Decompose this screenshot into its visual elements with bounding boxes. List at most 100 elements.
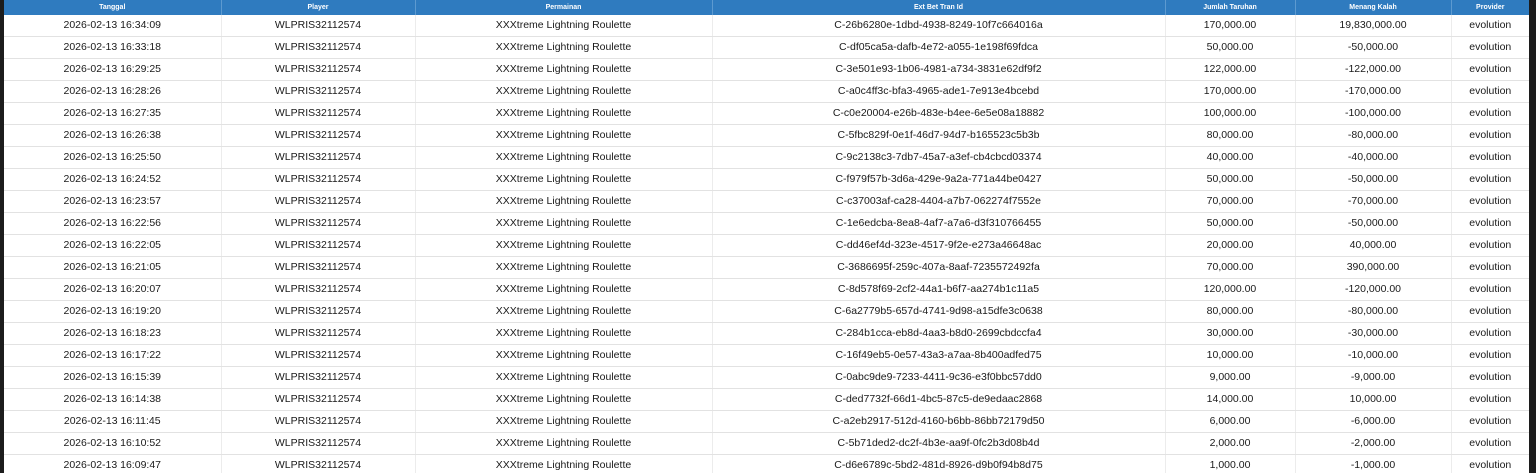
cell-menang-kalah: -100,000.00 [1295,102,1452,125]
table-row[interactable]: 2026-02-13 16:15:39 WLPRIS32112574 XXXtrem… [4,366,1529,389]
cell-tanggal: 2026-02-13 16:34:09 [4,15,222,37]
cell-tanggal: 2026-02-13 16:18:23 [4,322,222,345]
cell-tanggal: 2026-02-13 16:27:35 [4,102,222,125]
table-row[interactable]: 2026-02-13 16:21:05 WLPRIS32112574 XXXtrem… [4,256,1529,279]
cell-tanggal: 2026-02-13 16:33:18 [4,36,222,59]
cell-ext-bet-tran-id: C-dd46ef4d-323e-4517-9f2e-e273a46648ac [712,234,1166,257]
cell-provider: evolution [1451,322,1529,345]
column-header-menang-kalah[interactable]: Menang Kalah [1295,0,1452,15]
cell-provider: evolution [1451,344,1529,367]
cell-permainan: XXXtreme Lightning Roulette [415,388,713,411]
cell-menang-kalah: -6,000.00 [1295,410,1452,433]
table-row[interactable]: 2026-02-13 16:18:23 WLPRIS32112574 XXXtrem… [4,322,1529,345]
cell-jumlah-taruhan: 2,000.00 [1165,432,1296,455]
table-row[interactable]: 2026-02-13 16:14:38 WLPRIS32112574 XXXtrem… [4,388,1529,411]
cell-permainan: XXXtreme Lightning Roulette [415,432,713,455]
table-row[interactable]: 2026-02-13 16:17:22 WLPRIS32112574 XXXtrem… [4,344,1529,367]
cell-menang-kalah: -80,000.00 [1295,124,1452,147]
cell-tanggal: 2026-02-13 16:28:26 [4,80,222,103]
cell-tanggal: 2026-02-13 16:24:52 [4,168,222,191]
cell-permainan: XXXtreme Lightning Roulette [415,278,713,301]
cell-player: WLPRIS32112574 [221,366,416,389]
cell-player: WLPRIS32112574 [221,432,416,455]
column-header-ext-bet-tran-id[interactable]: Ext Bet Tran Id [712,0,1166,15]
cell-jumlah-taruhan: 80,000.00 [1165,300,1296,323]
cell-jumlah-taruhan: 6,000.00 [1165,410,1296,433]
cell-ext-bet-tran-id: C-ded7732f-66d1-4bc5-87c5-de9edaac2868 [712,388,1166,411]
table-header: Tanggal Player Permainan Ext Bet Tran Id… [4,0,1529,15]
cell-player: WLPRIS32112574 [221,58,416,81]
table-row[interactable]: 2026-02-13 16:27:35 WLPRIS32112574 XXXtrem… [4,102,1529,125]
table-row[interactable]: 2026-02-13 16:22:56 WLPRIS32112574 XXXtrem… [4,212,1529,235]
cell-player: WLPRIS32112574 [221,344,416,367]
cell-provider: evolution [1451,190,1529,213]
cell-provider: evolution [1451,278,1529,301]
cell-player: WLPRIS32112574 [221,454,416,473]
cell-permainan: XXXtreme Lightning Roulette [415,36,713,59]
table-row[interactable]: 2026-02-13 16:25:50 WLPRIS32112574 XXXtrem… [4,146,1529,169]
cell-tanggal: 2026-02-13 16:20:07 [4,278,222,301]
column-header-player[interactable]: Player [221,0,416,15]
cell-player: WLPRIS32112574 [221,212,416,235]
table-row[interactable]: 2026-02-13 16:24:52 WLPRIS32112574 XXXtrem… [4,168,1529,191]
table-row[interactable]: 2026-02-13 16:28:26 WLPRIS32112574 XXXtrem… [4,80,1529,103]
cell-jumlah-taruhan: 50,000.00 [1165,212,1296,235]
cell-ext-bet-tran-id: C-a0c4ff3c-bfa3-4965-ade1-7e913e4bcebd [712,80,1166,103]
column-header-jumlah-taruhan[interactable]: Jumlah Taruhan [1165,0,1296,15]
cell-tanggal: 2026-02-13 16:09:47 [4,454,222,473]
table-row[interactable]: 2026-02-13 16:22:05 WLPRIS32112574 XXXtrem… [4,234,1529,257]
cell-provider: evolution [1451,80,1529,103]
table-body: 2026-02-13 16:34:09 WLPRIS32112574 XXXtrem… [4,15,1529,473]
cell-provider: evolution [1451,432,1529,455]
cell-permainan: XXXtreme Lightning Roulette [415,322,713,345]
cell-provider: evolution [1451,454,1529,473]
cell-tanggal: 2026-02-13 16:19:20 [4,300,222,323]
cell-permainan: XXXtreme Lightning Roulette [415,454,713,473]
column-header-tanggal[interactable]: Tanggal [4,0,222,15]
cell-tanggal: 2026-02-13 16:22:56 [4,212,222,235]
header-row: Tanggal Player Permainan Ext Bet Tran Id… [4,0,1529,15]
cell-jumlah-taruhan: 120,000.00 [1165,278,1296,301]
cell-player: WLPRIS32112574 [221,80,416,103]
cell-provider: evolution [1451,102,1529,125]
column-header-permainan[interactable]: Permainan [415,0,713,15]
table-row[interactable]: 2026-02-13 16:09:47 WLPRIS32112574 XXXtrem… [4,454,1529,473]
table-row[interactable]: 2026-02-13 16:34:09 WLPRIS32112574 XXXtrem… [4,15,1529,37]
cell-menang-kalah: -120,000.00 [1295,278,1452,301]
cell-ext-bet-tran-id: C-c37003af-ca28-4404-a7b7-062274f7552e [712,190,1166,213]
cell-menang-kalah: -2,000.00 [1295,432,1452,455]
cell-menang-kalah: 10,000.00 [1295,388,1452,411]
table-row[interactable]: 2026-02-13 16:10:52 WLPRIS32112574 XXXtrem… [4,432,1529,455]
cell-player: WLPRIS32112574 [221,388,416,411]
cell-ext-bet-tran-id: C-f979f57b-3d6a-429e-9a2a-771a44be0427 [712,168,1166,191]
column-header-provider[interactable]: Provider [1451,0,1529,15]
cell-provider: evolution [1451,212,1529,235]
cell-menang-kalah: -40,000.00 [1295,146,1452,169]
cell-permainan: XXXtreme Lightning Roulette [415,212,713,235]
cell-menang-kalah: 19,830,000.00 [1295,15,1452,37]
cell-permainan: XXXtreme Lightning Roulette [415,168,713,191]
table-row[interactable]: 2026-02-13 16:33:18 WLPRIS32112574 XXXtrem… [4,36,1529,59]
cell-permainan: XXXtreme Lightning Roulette [415,190,713,213]
table-row[interactable]: 2026-02-13 16:26:38 WLPRIS32112574 XXXtrem… [4,124,1529,147]
table-row[interactable]: 2026-02-13 16:20:07 WLPRIS32112574 XXXtrem… [4,278,1529,301]
cell-provider: evolution [1451,300,1529,323]
cell-permainan: XXXtreme Lightning Roulette [415,256,713,279]
cell-jumlah-taruhan: 170,000.00 [1165,80,1296,103]
cell-jumlah-taruhan: 40,000.00 [1165,146,1296,169]
cell-jumlah-taruhan: 70,000.00 [1165,256,1296,279]
cell-permainan: XXXtreme Lightning Roulette [415,146,713,169]
table-row[interactable]: 2026-02-13 16:11:45 WLPRIS32112574 XXXtrem… [4,410,1529,433]
cell-ext-bet-tran-id: C-df05ca5a-dafb-4e72-a055-1e198f69fdca [712,36,1166,59]
table-row[interactable]: 2026-02-13 16:29:25 WLPRIS32112574 XXXtrem… [4,58,1529,81]
cell-jumlah-taruhan: 20,000.00 [1165,234,1296,257]
table-row[interactable]: 2026-02-13 16:19:20 WLPRIS32112574 XXXtrem… [4,300,1529,323]
cell-player: WLPRIS32112574 [221,410,416,433]
cell-provider: evolution [1451,124,1529,147]
cell-provider: evolution [1451,168,1529,191]
cell-tanggal: 2026-02-13 16:15:39 [4,366,222,389]
cell-menang-kalah: -50,000.00 [1295,212,1452,235]
cell-provider: evolution [1451,58,1529,81]
cell-player: WLPRIS32112574 [221,278,416,301]
table-row[interactable]: 2026-02-13 16:23:57 WLPRIS32112574 XXXtrem… [4,190,1529,213]
